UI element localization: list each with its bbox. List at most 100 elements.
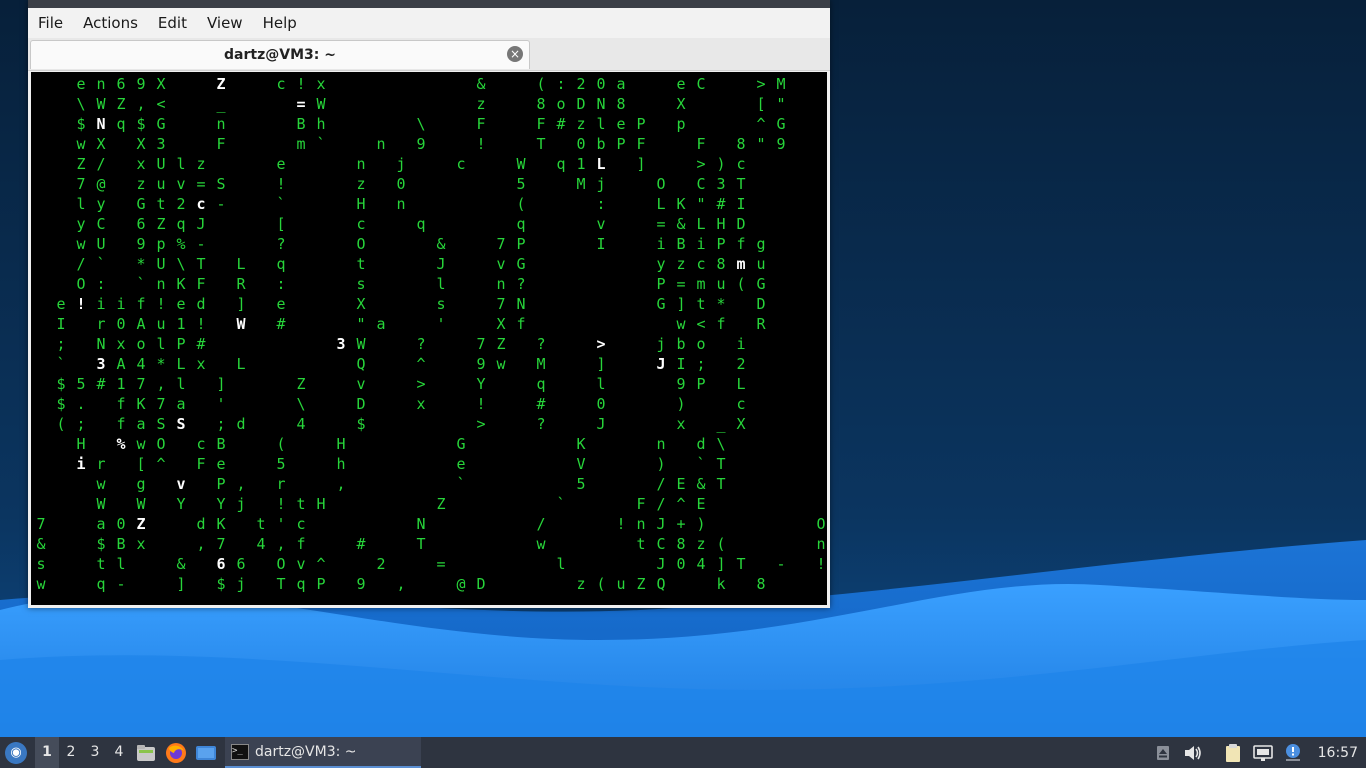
- matrix-glyph: ]: [176, 575, 186, 593]
- matrix-glyph: X: [676, 95, 686, 113]
- matrix-glyph: `: [56, 355, 66, 373]
- matrix-glyph: P: [216, 475, 226, 493]
- matrix-glyph: 4: [256, 535, 266, 553]
- clock[interactable]: 16:57: [1318, 745, 1358, 761]
- terminal-tab[interactable]: dartz@VM3: ~ ×: [30, 40, 530, 69]
- terminal-area[interactable]: en69XZc!x&(:20aeC>M_)C=\WZ,<_=Wz8oDN8X["…: [31, 72, 827, 605]
- matrix-glyph: z: [676, 255, 686, 273]
- matrix-glyph: W: [96, 495, 106, 513]
- matrix-rain: en69XZc!x&(:20aeC>M_)C=\WZ,<_=Wz8oDN8X["…: [31, 72, 827, 605]
- matrix-glyph: c: [196, 195, 206, 213]
- matrix-glyph: L: [696, 215, 706, 233]
- matrix-glyph: !: [816, 555, 826, 573]
- matrix-glyph: n: [496, 275, 506, 293]
- taskbar-terminal-button[interactable]: >_ dartz@VM3: ~: [225, 737, 421, 768]
- matrix-glyph: =: [656, 215, 666, 233]
- clipboard-icon[interactable]: [1222, 742, 1244, 764]
- matrix-glyph: =: [296, 95, 306, 113]
- matrix-glyph: e: [216, 455, 226, 473]
- workspace-3[interactable]: 3: [83, 737, 107, 768]
- matrix-glyph: 1: [576, 155, 586, 173]
- matrix-glyph: J: [656, 555, 666, 573]
- matrix-glyph: -: [116, 575, 126, 593]
- matrix-glyph: Z: [296, 375, 306, 393]
- matrix-glyph: Z: [136, 515, 146, 533]
- matrix-glyph: $: [96, 535, 106, 553]
- matrix-glyph: v: [176, 175, 186, 193]
- matrix-glyph: y: [76, 215, 86, 233]
- matrix-glyph: U: [156, 255, 166, 273]
- window-titlebar[interactable]: [28, 0, 830, 8]
- matrix-glyph: K: [216, 515, 226, 533]
- matrix-glyph: ': [436, 315, 446, 333]
- workspace-2[interactable]: 2: [59, 737, 83, 768]
- matrix-glyph: \: [76, 95, 86, 113]
- matrix-glyph: z: [356, 175, 366, 193]
- matrix-glyph: 6: [116, 75, 126, 93]
- matrix-glyph: n: [156, 275, 166, 293]
- matrix-glyph: 8: [756, 575, 766, 593]
- matrix-glyph: i: [76, 455, 86, 473]
- matrix-glyph: Y: [176, 495, 186, 513]
- menu-edit[interactable]: Edit: [148, 14, 197, 32]
- matrix-glyph: `: [696, 455, 706, 473]
- matrix-glyph: X: [156, 75, 166, 93]
- matrix-glyph: x: [676, 415, 686, 433]
- menu-file[interactable]: File: [28, 14, 73, 32]
- matrix-glyph: G: [456, 435, 466, 453]
- matrix-glyph: :: [596, 195, 606, 213]
- matrix-glyph: :: [96, 275, 106, 293]
- matrix-glyph: -: [216, 195, 226, 213]
- matrix-glyph: q: [116, 115, 126, 133]
- matrix-glyph: *: [156, 355, 166, 373]
- matrix-glyph: T: [716, 455, 726, 473]
- matrix-glyph: a: [136, 415, 146, 433]
- start-menu-button[interactable]: ◉: [5, 741, 27, 764]
- matrix-glyph: ^: [156, 455, 166, 473]
- matrix-glyph: d: [236, 415, 246, 433]
- matrix-glyph: W: [136, 495, 146, 513]
- firefox-icon[interactable]: [164, 741, 188, 765]
- matrix-glyph: D: [756, 295, 766, 313]
- volume-icon[interactable]: [1182, 742, 1204, 764]
- close-icon[interactable]: ×: [507, 46, 523, 62]
- menu-actions[interactable]: Actions: [73, 14, 148, 32]
- matrix-glyph: P: [716, 235, 726, 253]
- matrix-glyph: Z: [636, 575, 646, 593]
- matrix-glyph: 4: [136, 355, 146, 373]
- matrix-glyph: f: [136, 295, 146, 313]
- matrix-glyph: n: [96, 75, 106, 93]
- tab-bar: dartz@VM3: ~ ×: [28, 38, 830, 71]
- matrix-glyph: K: [176, 275, 186, 293]
- matrix-glyph: T: [736, 555, 746, 573]
- matrix-glyph: z: [476, 95, 486, 113]
- notification-icon[interactable]: [1282, 742, 1304, 764]
- network-icon[interactable]: [1252, 742, 1274, 764]
- menu-help[interactable]: Help: [253, 14, 307, 32]
- task-label: dartz@VM3: ~: [255, 743, 357, 760]
- menu-view[interactable]: View: [197, 14, 253, 32]
- matrix-glyph: W: [316, 95, 326, 113]
- matrix-glyph: O: [816, 515, 826, 533]
- matrix-glyph: >: [476, 415, 486, 433]
- matrix-glyph: W: [356, 335, 366, 353]
- matrix-glyph: (: [736, 275, 746, 293]
- terminal-window[interactable]: File Actions Edit View Help dartz@VM3: ~…: [28, 0, 830, 608]
- matrix-glyph: F: [196, 455, 206, 473]
- desktop-icon[interactable]: [194, 741, 218, 765]
- matrix-glyph: l: [596, 115, 606, 133]
- matrix-glyph: W: [516, 155, 526, 173]
- matrix-glyph: I: [596, 235, 606, 253]
- matrix-glyph: 7: [156, 395, 166, 413]
- matrix-glyph: f: [716, 315, 726, 333]
- workspace-4[interactable]: 4: [107, 737, 131, 768]
- matrix-glyph: (: [276, 435, 286, 453]
- matrix-glyph: V: [576, 455, 586, 473]
- eject-icon[interactable]: [1152, 742, 1174, 764]
- matrix-glyph: Z: [496, 335, 506, 353]
- matrix-glyph: P: [696, 375, 706, 393]
- matrix-glyph: !: [156, 295, 166, 313]
- file-manager-icon[interactable]: [134, 741, 158, 765]
- matrix-glyph: B: [116, 535, 126, 553]
- workspace-1[interactable]: 1: [35, 737, 59, 768]
